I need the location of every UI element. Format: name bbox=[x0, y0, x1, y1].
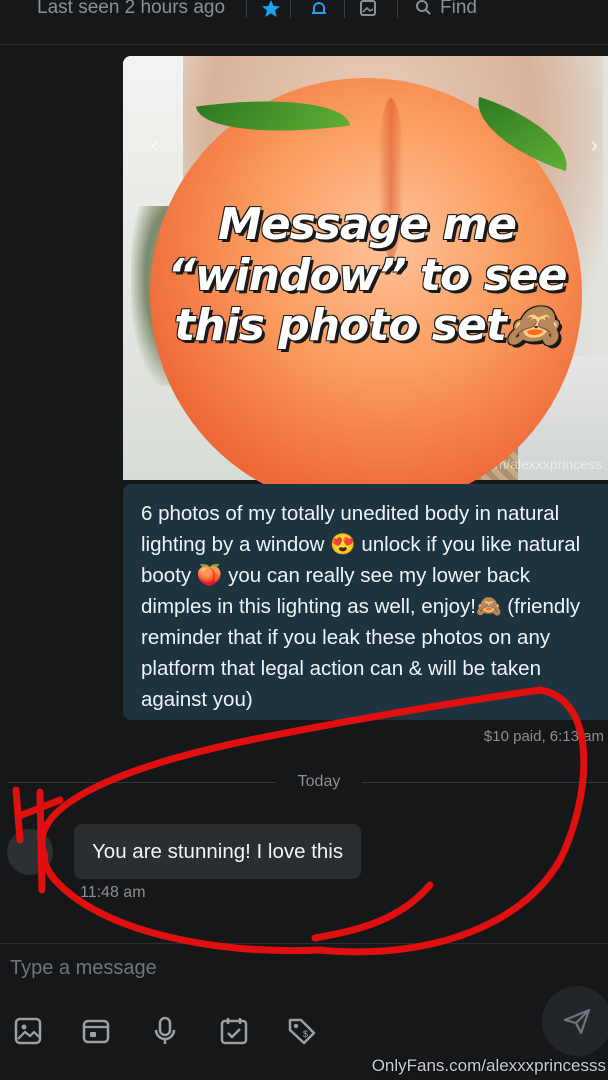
chat-header: Last seen 2 hours ago Find bbox=[0, 0, 608, 45]
send-icon bbox=[563, 1008, 591, 1035]
calendar-icon[interactable] bbox=[218, 1015, 250, 1047]
incoming-message: You are stunning! I love this bbox=[74, 824, 362, 879]
microphone-icon[interactable] bbox=[149, 1015, 181, 1047]
image-icon[interactable] bbox=[12, 1015, 44, 1047]
price-tag-icon[interactable]: $ bbox=[286, 1015, 318, 1047]
header-divider bbox=[397, 0, 398, 18]
message-meta: $10 paid, 6:13 am bbox=[483, 728, 604, 745]
message-time: 11:48 am bbox=[80, 884, 146, 901]
header-divider bbox=[344, 0, 345, 18]
header-divider bbox=[246, 0, 247, 18]
divider-line bbox=[362, 782, 608, 783]
header-divider bbox=[290, 0, 291, 18]
find-button[interactable]: Find bbox=[440, 0, 477, 19]
last-seen-status: Last seen 2 hours ago bbox=[37, 0, 226, 18]
svg-text:$: $ bbox=[303, 1029, 308, 1039]
send-button[interactable] bbox=[542, 986, 608, 1056]
message-caption: 6 photos of my totally unedited body in … bbox=[123, 484, 608, 720]
promo-overlay-text: Message me “window” to see this photo se… bbox=[167, 199, 568, 352]
footer-watermark: OnlyFans.com/alexxxprincesss bbox=[371, 1056, 606, 1075]
message-input[interactable] bbox=[0, 950, 532, 986]
next-arrow-icon[interactable]: › bbox=[591, 132, 598, 158]
bell-icon[interactable] bbox=[309, 0, 329, 18]
vault-icon[interactable] bbox=[80, 1015, 112, 1047]
star-icon[interactable] bbox=[261, 0, 281, 18]
image-icon[interactable] bbox=[358, 0, 378, 18]
day-divider: Today bbox=[0, 770, 608, 794]
search-icon[interactable] bbox=[414, 0, 434, 18]
avatar[interactable] bbox=[7, 829, 53, 875]
composer-divider bbox=[0, 943, 608, 944]
prev-arrow-icon[interactable]: ‹ bbox=[151, 132, 158, 158]
